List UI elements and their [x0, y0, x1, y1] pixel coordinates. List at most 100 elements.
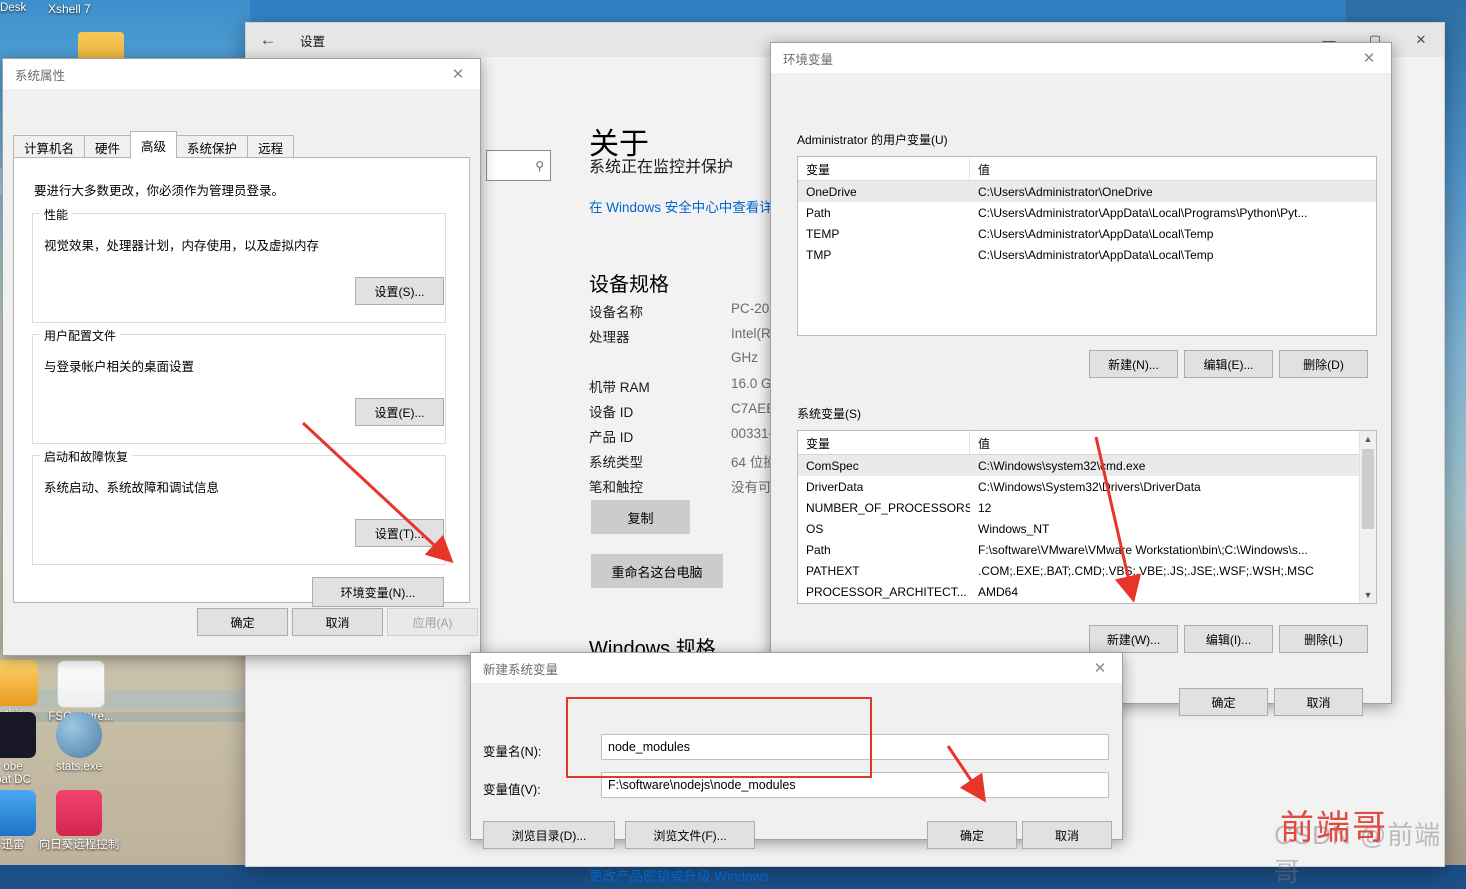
desktop-icon-sunflower-remote[interactable]: 向日葵远程控制 [36, 790, 122, 852]
table-row[interactable]: TMP C:\Users\Administrator\AppData\Local… [798, 244, 1376, 265]
cancel-button[interactable]: 取消 [1274, 688, 1363, 716]
desktop-label-desk: Desk [0, 2, 27, 14]
user-variables-list[interactable]: 变量 值 OneDrive C:\Users\Administrator\One… [797, 156, 1377, 336]
column-header-name[interactable]: 变量 [798, 431, 970, 454]
device-row-label: 笔和触控 [589, 480, 643, 495]
variable-name: ComSpec [806, 458, 859, 473]
protection-text: 系统正在监控并保护 [589, 159, 734, 176]
startup-recovery-desc: 系统启动、系统故障和调试信息 [44, 481, 220, 495]
copy-button[interactable]: 复制 [591, 500, 690, 534]
column-header-value[interactable]: 值 [970, 157, 1376, 180]
desktop-icon-label: stats.exe [55, 761, 103, 773]
env-dialog-body: Administrator 的用户变量(U) 变量 值 OneDrive C:\… [771, 73, 1391, 716]
variable-name: TMP [806, 247, 832, 262]
user-variables-header: 变量 值 [798, 157, 1376, 181]
close-button[interactable]: ✕ [1398, 23, 1444, 57]
newvar-body: 变量名(N): node_modules 变量值(V): F:\software… [471, 683, 1122, 849]
column-header-value[interactable]: 值 [970, 431, 1376, 454]
watermark: 前端哥 [1280, 808, 1388, 848]
environment-variables-dialog: 环境变量 ✕ Administrator 的用户变量(U) 变量 值 OneDr… [770, 42, 1392, 716]
close-icon[interactable]: ✕ [1347, 43, 1391, 73]
security-center-link[interactable]: 在 Windows 安全中心中查看详 [589, 196, 773, 216]
tab-hardware[interactable]: 硬件 [84, 135, 132, 158]
device-row-label: 产品 ID [589, 430, 634, 445]
system-variables-group-title: 系统变量(S) [793, 405, 865, 422]
variable-value: C:\Windows\System32\Drivers\DriverData [978, 479, 1201, 494]
thunder-icon [0, 790, 36, 836]
device-row-label: 机带 RAM [589, 380, 650, 395]
sysprops-titlebar: 系统属性 ✕ [3, 59, 480, 89]
variable-name: TEMP [806, 226, 840, 241]
table-row[interactable]: OneDrive C:\Users\Administrator\OneDrive [798, 181, 1376, 202]
variable-name: OS [806, 521, 824, 536]
close-icon[interactable]: ✕ [1078, 653, 1122, 683]
env-dialog-title: 环境变量 [783, 52, 834, 67]
ok-button[interactable]: 确定 [197, 608, 288, 636]
cancel-button[interactable]: 取消 [1022, 821, 1112, 849]
new-system-variable-button[interactable]: 新建(W)... [1089, 625, 1178, 653]
settings-title: 设置 [300, 34, 326, 49]
user-profiles-settings-button[interactable]: 设置(E)... [355, 398, 444, 426]
device-spec-heading: 设备规格 [589, 273, 669, 296]
ok-button[interactable]: 确定 [1179, 688, 1268, 716]
table-row[interactable]: PATHEXT .COM;.EXE;.BAT;.CMD;.VBS;.VBE;.J… [798, 560, 1376, 581]
startup-recovery-settings-button[interactable]: 设置(T)... [355, 519, 444, 547]
rename-pc-button[interactable]: 重命名这台电脑 [591, 554, 723, 588]
back-arrow-icon[interactable]: ← [246, 23, 290, 57]
table-row[interactable]: ComSpec C:\Windows\system32\cmd.exe [798, 455, 1376, 476]
env-dialog-titlebar: 环境变量 ✕ [771, 43, 1391, 73]
change-product-key-link[interactable]: 更改产品密钥或升级 Windows [589, 865, 769, 885]
variable-name-input[interactable]: node_modules [601, 734, 1109, 760]
scroll-down-icon[interactable]: ▼ [1360, 587, 1376, 603]
browse-file-button[interactable]: 浏览文件(F)... [625, 821, 755, 849]
tab-system-protection[interactable]: 系统保护 [176, 135, 249, 158]
search-input[interactable]: ⚲ [486, 150, 551, 181]
new-user-variable-button[interactable]: 新建(N)... [1089, 350, 1178, 378]
performance-group-title: 性能 [40, 206, 73, 223]
column-header-name[interactable]: 变量 [798, 157, 970, 180]
browse-directory-button[interactable]: 浏览目录(D)... [483, 821, 615, 849]
tab-remote[interactable]: 远程 [247, 135, 295, 158]
table-row[interactable]: PROCESSOR_ARCHITECT... AMD64 [798, 581, 1376, 602]
newvar-title: 新建系统变量 [483, 662, 559, 677]
variable-name: DriverData [806, 479, 864, 494]
admin-note: 要进行大多数更改，你必须作为管理员登录。 [34, 184, 285, 198]
startup-recovery-group [32, 455, 446, 565]
table-row[interactable]: OS Windows_NT [798, 518, 1376, 539]
variable-value-input[interactable]: F:\software\nodejs\node_modules [601, 772, 1109, 798]
variable-value: 12 [978, 500, 992, 515]
device-row-value: GHz [731, 350, 758, 365]
variable-value: .COM;.EXE;.BAT;.CMD;.VBS;.VBE;.JS;.JSE;.… [978, 563, 1314, 578]
variable-value: C:\Users\Administrator\AppData\Local\Tem… [978, 226, 1214, 241]
tab-advanced[interactable]: 高级 [130, 131, 178, 158]
edit-system-variable-button[interactable]: 编辑(I)... [1184, 625, 1273, 653]
table-row[interactable]: Path F:\software\VMware\VMware Workstati… [798, 539, 1376, 560]
scroll-up-icon[interactable]: ▲ [1360, 431, 1376, 447]
environment-variables-button[interactable]: 环境变量(N)... [312, 577, 444, 607]
performance-settings-button[interactable]: 设置(S)... [355, 277, 444, 305]
delete-system-variable-button[interactable]: 删除(L) [1279, 625, 1368, 653]
cancel-button[interactable]: 取消 [292, 608, 383, 636]
stats-icon [56, 712, 102, 758]
table-row[interactable]: TEMP C:\Users\Administrator\AppData\Loca… [798, 223, 1376, 244]
system-variables-scrollbar[interactable]: ▲ ▼ [1359, 431, 1376, 603]
variable-name: OneDrive [806, 184, 857, 199]
desktop-icon-stats-exe[interactable]: stats.exe [36, 712, 122, 774]
adobe-acrobat-icon [0, 712, 36, 758]
scrollbar-thumb[interactable] [1362, 449, 1374, 529]
tab-computer-name[interactable]: 计算机名 [13, 135, 86, 158]
table-row[interactable]: DriverData C:\Windows\System32\Drivers\D… [798, 476, 1376, 497]
user-profiles-group-title: 用户配置文件 [40, 327, 121, 344]
close-icon[interactable]: ✕ [436, 59, 480, 89]
table-row[interactable]: Path C:\Users\Administrator\AppData\Loca… [798, 202, 1376, 223]
everything-icon [0, 660, 38, 706]
delete-user-variable-button[interactable]: 删除(D) [1279, 350, 1368, 378]
ok-button[interactable]: 确定 [927, 821, 1017, 849]
newvar-titlebar: 新建系统变量 ✕ [471, 653, 1122, 683]
sysprops-body: 计算机名 硬件 高级 系统保护 远程 要进行大多数更改，你必须作为管理员登录。 … [3, 89, 480, 655]
variable-value: F:\software\VMware\VMware Workstation\bi… [978, 542, 1308, 557]
search-icon: ⚲ [535, 158, 544, 173]
table-row[interactable]: NUMBER_OF_PROCESSORS 12 [798, 497, 1376, 518]
edit-user-variable-button[interactable]: 编辑(E)... [1184, 350, 1273, 378]
system-variables-list[interactable]: 变量 值 ComSpec C:\Windows\system32\cmd.exe… [797, 430, 1377, 604]
